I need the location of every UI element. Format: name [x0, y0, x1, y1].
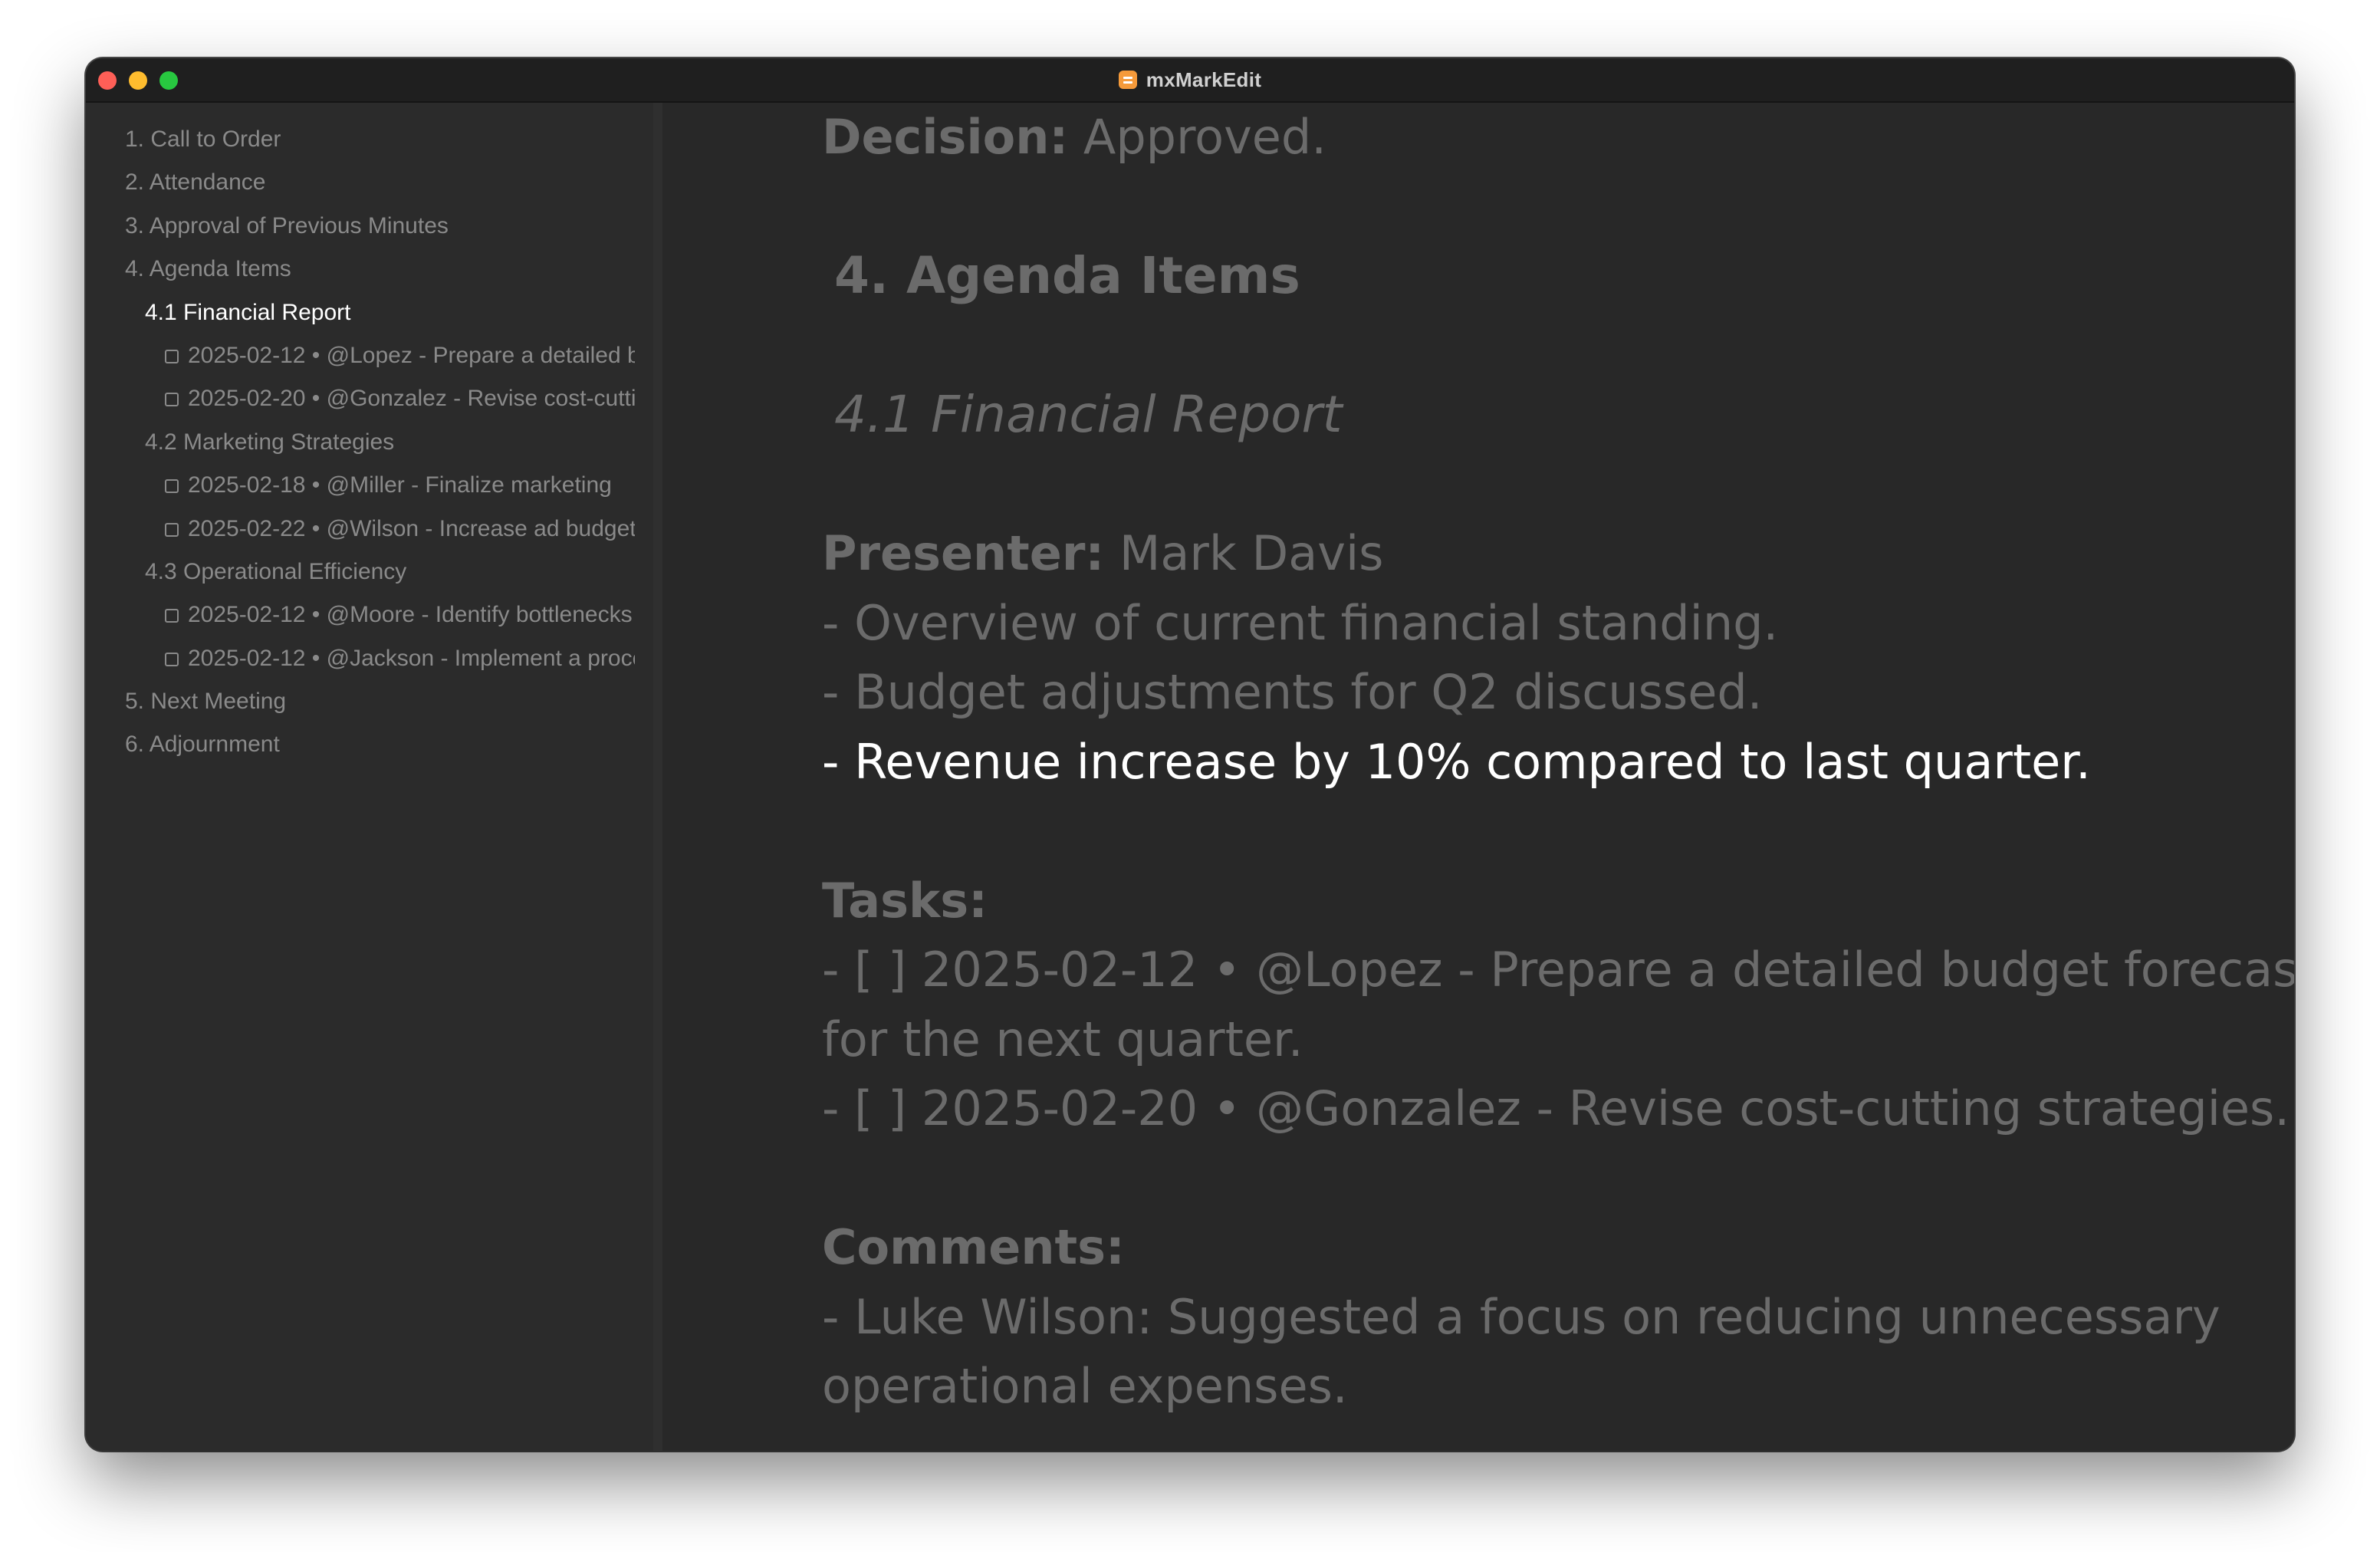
blank-line[interactable] — [822, 173, 2279, 242]
presenter-label: Presenter: — [822, 525, 1105, 581]
heading-agenda-items[interactable]: 4. Agenda Items — [822, 242, 2279, 311]
outline-item-marketing-strategies[interactable]: 4.2 Marketing Strategies — [86, 421, 635, 464]
checkbox-icon — [165, 479, 179, 494]
blank-line[interactable] — [822, 311, 2279, 381]
checkbox-icon — [165, 393, 179, 407]
bullet-line[interactable]: - Overview of current financial standing… — [822, 589, 2279, 659]
outline-task-label: 2025-02-12 • @Jackson - Implement a proc… — [188, 645, 635, 671]
window-title-group: mxMarkEdit — [86, 58, 2294, 101]
decision-value: Approved. — [1068, 109, 1326, 165]
decision-label: Decision: — [822, 109, 1069, 165]
task-line-continuation[interactable]: for the next quarter. — [822, 1005, 2279, 1075]
outline-task-item[interactable]: 2025-02-12 • @Moore - Identify bottlenec… — [86, 594, 635, 636]
outline-task-item[interactable]: 2025-02-22 • @Wilson - Increase ad budge… — [86, 508, 635, 551]
outline-item-approval[interactable]: 3. Approval of Previous Minutes — [86, 205, 635, 248]
current-bullet-line[interactable]: - Revenue increase by 10% compared to la… — [822, 728, 2279, 797]
outline-item-operational-efficiency[interactable]: 4.3 Operational Efficiency — [86, 551, 635, 594]
window-title: mxMarkEdit — [1146, 67, 1262, 91]
decision-line[interactable]: Decision: Approved. — [822, 103, 2279, 173]
markdown-editor[interactable]: Decision: Approved. 4. Agenda Items 4.1 … — [662, 103, 2294, 1451]
comments-label[interactable]: Comments: — [822, 1213, 2279, 1283]
blank-line[interactable] — [822, 797, 2279, 866]
outline-item-label: 4.1 Financial Report — [145, 299, 351, 325]
outline-item-label: 4.3 Operational Efficiency — [145, 558, 407, 584]
checkbox-icon — [165, 349, 179, 363]
outline-task-item[interactable]: 2025-02-12 • @Lopez - Prepare a detailed… — [86, 334, 635, 377]
task-line[interactable]: - [ ] 2025-02-20 • @Gonzalez - Revise co… — [822, 1074, 2290, 1144]
outline-item-label: 3. Approval of Previous Minutes — [125, 212, 449, 238]
presenter-line[interactable]: Presenter: Mark Davis — [822, 519, 2279, 589]
blank-line[interactable] — [822, 1144, 2279, 1214]
app-icon — [1118, 71, 1137, 89]
presenter-value: Mark Davis — [1104, 525, 1384, 581]
outline-item-financial-report[interactable]: 4.1 Financial Report — [86, 291, 635, 334]
bullet-line[interactable]: - Budget adjustments for Q2 discussed. — [822, 658, 2279, 728]
outline-item-adjournment[interactable]: 6. Adjournment — [86, 723, 635, 766]
outline-task-item[interactable]: 2025-02-20 • @Gonzalez - Revise cost-cut… — [86, 377, 635, 420]
outline-list: 1. Call to Order 2. Attendance 3. Approv… — [86, 103, 653, 767]
outline-item-label: 4. Agenda Items — [125, 256, 291, 282]
outline-task-label: 2025-02-20 • @Gonzalez - Revise cost-cut… — [188, 386, 635, 412]
outline-task-label: 2025-02-22 • @Wilson - Increase ad budge… — [188, 515, 635, 541]
outline-item-call-to-order[interactable]: 1. Call to Order — [86, 118, 635, 161]
outline-item-label: 5. Next Meeting — [125, 689, 287, 715]
tasks-label[interactable]: Tasks: — [822, 866, 2279, 936]
heading-financial-report[interactable]: 4.1 Financial Report — [822, 380, 2279, 450]
checkbox-icon — [165, 522, 179, 537]
outline-task-label: 2025-02-12 • @Moore - Identify bottlenec… — [188, 602, 633, 628]
outline-item-next-meeting[interactable]: 5. Next Meeting — [86, 680, 635, 723]
outline-task-item[interactable]: 2025-02-18 • @Miller - Finalize marketin… — [86, 464, 635, 507]
blank-line[interactable] — [822, 450, 2279, 520]
outline-item-label: 2. Attendance — [125, 169, 266, 196]
editor-document[interactable]: Decision: Approved. 4. Agenda Items 4.1 … — [822, 103, 2294, 1422]
task-line[interactable]: - [ ] 2025-02-12 • @Lopez - Prepare a de… — [822, 935, 2294, 1005]
outline-sidebar[interactable]: 1. Call to Order 2. Attendance 3. Approv… — [86, 103, 662, 1451]
comment-line-continuation[interactable]: operational expenses. — [822, 1352, 2279, 1422]
title-bar[interactable]: mxMarkEdit — [86, 58, 2294, 103]
outline-task-label: 2025-02-12 • @Lopez - Prepare a detailed… — [188, 342, 635, 368]
checkbox-icon — [165, 652, 179, 666]
outline-item-label: 6. Adjournment — [125, 732, 280, 758]
outline-item-label: 4.2 Marketing Strategies — [145, 429, 395, 455]
outline-item-attendance[interactable]: 2. Attendance — [86, 161, 635, 204]
outline-task-item[interactable]: 2025-02-12 • @Jackson - Implement a proc… — [86, 637, 635, 680]
app-window: mxMarkEdit 1. Call to Order 2. Attendanc… — [86, 58, 2294, 1451]
outline-task-label: 2025-02-18 • @Miller - Finalize marketin… — [188, 472, 612, 498]
comment-line[interactable]: - Luke Wilson: Suggested a focus on redu… — [822, 1283, 2279, 1353]
checkbox-icon — [165, 609, 179, 623]
outline-item-label: 1. Call to Order — [125, 127, 281, 152]
outline-item-agenda-items[interactable]: 4. Agenda Items — [86, 248, 635, 291]
